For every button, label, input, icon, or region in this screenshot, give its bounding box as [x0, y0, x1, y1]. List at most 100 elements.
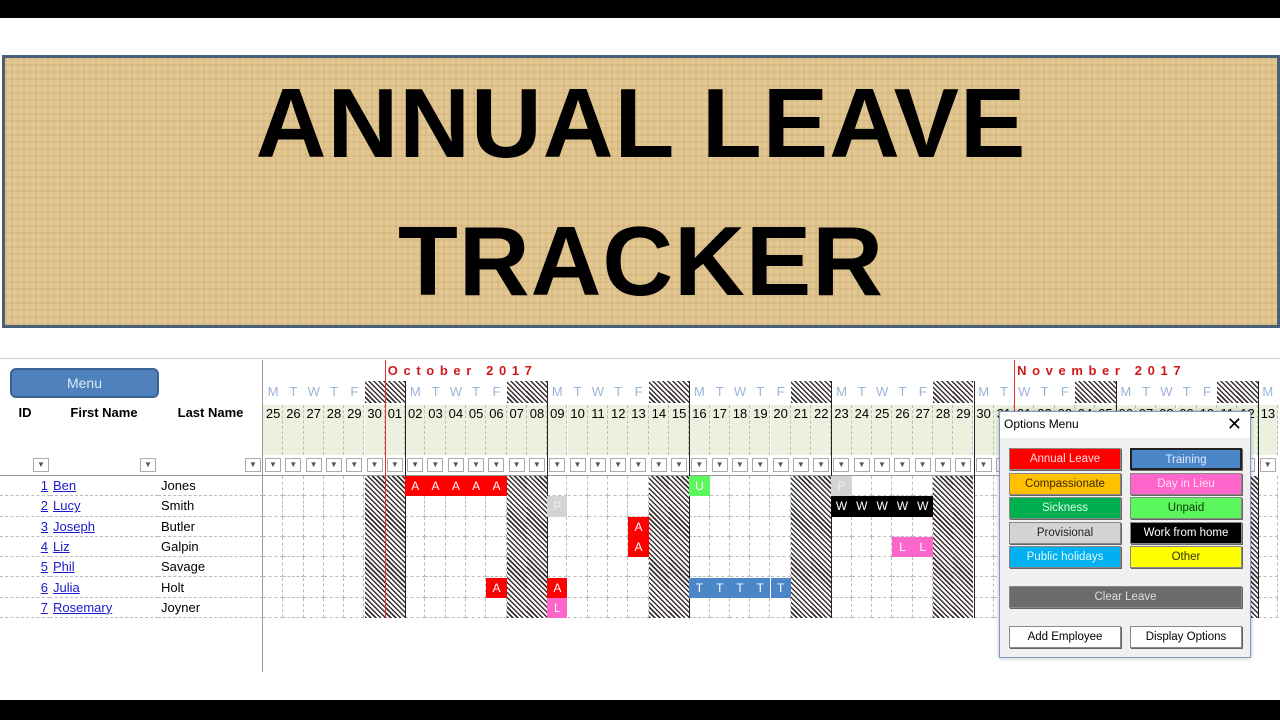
grid-cell[interactable]	[770, 536, 791, 558]
grid-cell[interactable]	[323, 557, 345, 578]
grid-cell[interactable]	[445, 577, 466, 598]
grid-cell[interactable]	[973, 516, 994, 537]
grid-cell[interactable]	[1257, 516, 1278, 537]
day-filter-dropdown[interactable]: ▼	[305, 458, 322, 472]
leave-type-button-public-holidays[interactable]: Public holidays	[1009, 546, 1121, 568]
grid-cell[interactable]	[567, 476, 588, 497]
grid-cell[interactable]	[729, 557, 751, 578]
grid-cell[interactable]	[912, 557, 933, 578]
grid-cell[interactable]	[466, 577, 487, 598]
leave-mark-A[interactable]: A	[466, 476, 487, 497]
grid-cell[interactable]	[445, 597, 466, 619]
grid-cell[interactable]	[892, 516, 913, 537]
grid-cell[interactable]	[608, 516, 629, 537]
grid-cell[interactable]	[303, 577, 324, 598]
grid-cell[interactable]	[323, 597, 345, 619]
leave-type-button-training[interactable]: Training	[1130, 448, 1242, 470]
grid-cell[interactable]	[892, 597, 913, 619]
grid-cell[interactable]	[851, 577, 872, 598]
menu-button[interactable]: Menu	[10, 368, 159, 398]
day-filter-dropdown[interactable]: ▼	[813, 458, 830, 472]
day-filter-dropdown[interactable]: ▼	[975, 458, 992, 472]
grid-cell[interactable]	[344, 577, 365, 598]
grid-cell[interactable]	[689, 597, 710, 619]
grid-cell[interactable]	[466, 536, 487, 558]
grid-cell[interactable]	[425, 496, 446, 517]
grid-cell[interactable]	[709, 476, 730, 497]
grid-cell[interactable]	[303, 557, 324, 578]
leave-type-button-compassionate[interactable]: Compassionate	[1009, 472, 1121, 495]
grid-cell[interactable]	[445, 557, 466, 578]
employee-first-name-link[interactable]: Lucy	[53, 498, 80, 513]
grid-cell[interactable]	[1257, 536, 1278, 558]
grid-cell[interactable]	[263, 476, 284, 497]
grid-cell[interactable]	[770, 476, 791, 497]
day-filter-dropdown[interactable]: ▼	[833, 458, 850, 472]
grid-cell[interactable]	[263, 557, 284, 578]
grid-cell[interactable]	[263, 536, 284, 558]
grid-cell[interactable]	[729, 516, 751, 537]
grid-cell[interactable]	[750, 597, 771, 619]
employee-id[interactable]: 5	[0, 557, 50, 578]
leave-mark-A[interactable]: A	[445, 476, 466, 497]
grid-cell[interactable]	[851, 476, 872, 497]
day-filter-dropdown[interactable]: ▼	[874, 458, 890, 472]
grid-cell[interactable]	[587, 577, 609, 598]
close-icon[interactable]: ✕	[1227, 414, 1242, 435]
grid-cell[interactable]	[263, 516, 284, 537]
grid-cell[interactable]	[689, 516, 710, 537]
grid-cell[interactable]	[973, 476, 994, 497]
grid-cell[interactable]	[587, 536, 609, 558]
grid-cell[interactable]	[283, 476, 304, 497]
grid-cell[interactable]	[689, 536, 710, 558]
grid-cell[interactable]	[547, 557, 568, 578]
display-options-button[interactable]: Display Options	[1130, 626, 1242, 648]
day-filter-dropdown[interactable]: ▼	[1259, 458, 1276, 472]
day-filter-dropdown[interactable]: ▼	[285, 458, 302, 472]
employee-id[interactable]: 6	[0, 578, 50, 598]
grid-cell[interactable]	[628, 577, 649, 598]
leave-type-button-other[interactable]: Other	[1130, 546, 1242, 568]
day-filter-dropdown[interactable]: ▼	[589, 458, 606, 472]
day-filter-dropdown[interactable]: ▼	[914, 458, 931, 472]
day-filter-dropdown[interactable]: ▼	[691, 458, 708, 472]
grid-cell[interactable]	[709, 536, 730, 558]
grid-cell[interactable]	[628, 557, 649, 578]
day-filter-dropdown[interactable]: ▼	[610, 458, 627, 472]
grid-cell[interactable]	[608, 557, 629, 578]
grid-cell[interactable]	[831, 516, 852, 537]
grid-cell[interactable]	[729, 536, 751, 558]
day-filter-dropdown[interactable]: ▼	[752, 458, 769, 472]
grid-cell[interactable]	[912, 597, 933, 619]
leave-mark-W[interactable]: W	[892, 496, 913, 517]
leave-mark-A[interactable]: A	[405, 476, 426, 497]
grid-cell[interactable]	[912, 516, 933, 537]
leave-mark-T[interactable]: T	[709, 577, 730, 598]
last-name-filter-dropdown[interactable]: ▼	[245, 458, 261, 472]
grid-cell[interactable]	[587, 516, 609, 537]
leave-mark-W[interactable]: W	[912, 496, 933, 517]
day-filter-dropdown[interactable]: ▼	[427, 458, 444, 472]
grid-cell[interactable]	[587, 557, 609, 578]
grid-cell[interactable]	[709, 516, 730, 537]
grid-cell[interactable]	[831, 577, 852, 598]
grid-cell[interactable]	[344, 476, 365, 497]
grid-cell[interactable]	[405, 516, 426, 537]
leave-mark-A[interactable]: A	[486, 577, 507, 598]
grid-cell[interactable]	[628, 496, 649, 517]
day-filter-dropdown[interactable]: ▼	[447, 458, 464, 472]
grid-cell[interactable]	[608, 577, 629, 598]
day-filter-dropdown[interactable]: ▼	[650, 458, 667, 472]
grid-cell[interactable]	[1257, 496, 1278, 517]
leave-mark-P[interactable]: P	[547, 496, 568, 517]
leave-mark-U[interactable]: U	[689, 476, 710, 497]
day-filter-dropdown[interactable]: ▼	[407, 458, 424, 472]
grid-cell[interactable]	[1257, 476, 1278, 497]
grid-cell[interactable]	[770, 516, 791, 537]
day-filter-dropdown[interactable]: ▼	[488, 458, 505, 472]
grid-cell[interactable]	[567, 557, 588, 578]
grid-cell[interactable]	[587, 597, 609, 619]
grid-cell[interactable]	[770, 557, 791, 578]
grid-cell[interactable]	[466, 597, 487, 619]
leave-mark-T[interactable]: T	[750, 577, 771, 598]
